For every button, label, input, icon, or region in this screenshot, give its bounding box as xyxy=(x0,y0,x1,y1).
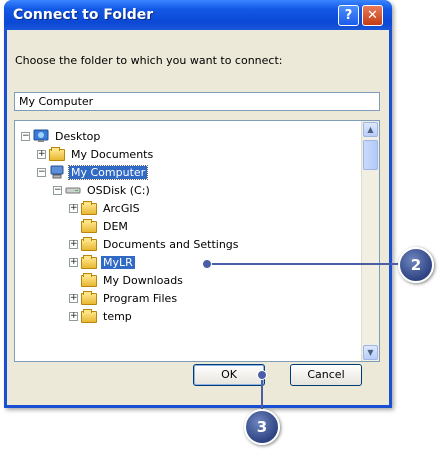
expand-icon[interactable]: + xyxy=(69,203,78,213)
folder-icon xyxy=(81,273,97,287)
collapse-icon[interactable]: − xyxy=(21,131,30,141)
prompt-text: Choose the folder to which you want to c… xyxy=(15,54,283,67)
tree-item-my-downloads[interactable]: My Downloads xyxy=(69,271,185,289)
collapse-icon[interactable]: − xyxy=(53,185,62,195)
help-icon[interactable]: ? xyxy=(338,5,359,26)
desktop-icon xyxy=(33,129,49,143)
title-bar[interactable]: Connect to Folder ? ✕ xyxy=(4,0,392,30)
cancel-button[interactable]: Cancel xyxy=(290,364,362,386)
expand-icon[interactable]: + xyxy=(69,293,78,303)
callout-3-dot xyxy=(257,370,267,380)
folder-icon xyxy=(81,291,97,305)
folder-icon xyxy=(81,219,97,233)
tree-item-mylr[interactable]: + MyLR xyxy=(69,253,135,271)
callout-badge-3: 3 xyxy=(244,409,280,445)
scroll-thumb[interactable] xyxy=(363,140,378,170)
drive-icon xyxy=(65,183,81,197)
scroll-down-icon[interactable]: ▼ xyxy=(363,345,378,360)
folder-path-field[interactable]: My Computer xyxy=(14,92,380,111)
tree-item-desktop[interactable]: − Desktop xyxy=(21,127,102,145)
tree-item-my-documents[interactable]: + My Documents xyxy=(37,145,155,163)
tree-item-temp[interactable]: + temp xyxy=(69,307,134,325)
tree-item-dem[interactable]: DEM xyxy=(69,217,130,235)
expand-icon[interactable]: + xyxy=(69,239,78,249)
close-icon[interactable]: ✕ xyxy=(362,5,383,26)
documents-folder-icon xyxy=(49,147,65,161)
tree-item-osdisk[interactable]: − OSDisk (C:) xyxy=(53,181,152,199)
expand-icon[interactable]: + xyxy=(37,149,46,159)
folder-icon xyxy=(81,255,97,269)
vertical-scrollbar[interactable]: ▲ ▼ xyxy=(361,121,379,361)
collapse-icon[interactable]: − xyxy=(37,167,46,177)
tree-item-program-files[interactable]: + Program Files xyxy=(69,289,179,307)
callout-badge-2: 2 xyxy=(398,247,434,283)
callout-2-dot xyxy=(202,259,212,269)
connect-to-folder-dialog: Connect to Folder ? ✕ Choose the folder … xyxy=(4,0,392,408)
dialog-body: Choose the folder to which you want to c… xyxy=(7,30,389,405)
ok-button[interactable]: OK xyxy=(193,364,265,386)
folder-tree[interactable]: − Desktop + My Documents − My Computer −… xyxy=(14,120,380,362)
expand-icon[interactable]: + xyxy=(69,257,78,267)
tree-item-arcgis[interactable]: + ArcGIS xyxy=(69,199,142,217)
folder-icon xyxy=(81,201,97,215)
computer-icon xyxy=(49,165,65,179)
tree-item-documents-and-settings[interactable]: + Documents and Settings xyxy=(69,235,241,253)
dialog-title: Connect to Folder xyxy=(13,7,154,23)
folder-icon xyxy=(81,237,97,251)
scroll-up-icon[interactable]: ▲ xyxy=(363,122,378,137)
expand-icon[interactable]: + xyxy=(69,311,78,321)
tree-item-my-computer[interactable]: − My Computer xyxy=(37,163,149,181)
folder-icon xyxy=(81,309,97,323)
